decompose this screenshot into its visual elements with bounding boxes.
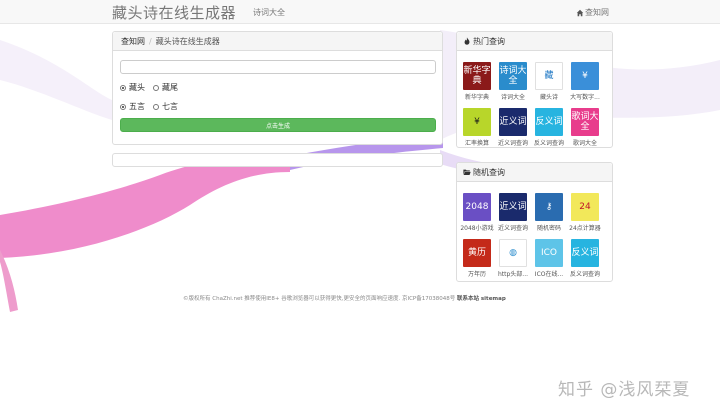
radio-seven[interactable]: 七言 xyxy=(153,101,178,112)
hot-tool-icon-7[interactable]: 歌词大全 xyxy=(571,108,599,136)
random-tool-label-6[interactable]: ICO在线... xyxy=(529,269,569,278)
radio-tail-dot[interactable] xyxy=(153,84,159,91)
random-tool-label-0[interactable]: 2048小游戏 xyxy=(457,223,497,232)
nav-home-link[interactable]: 查知网 xyxy=(576,7,609,18)
radio-tail[interactable]: 藏尾 xyxy=(153,82,178,93)
position-options: 藏头 藏尾 xyxy=(120,82,186,93)
radio-seven-dot[interactable] xyxy=(153,103,159,110)
random-tool-icon-2[interactable]: ⚷ xyxy=(535,193,563,221)
random-tool-label-3[interactable]: 24点计算器 xyxy=(565,223,605,232)
footer-text: ©版权所有 ChaZhi.net 推荐使用IE8+ 谷歌浏览器可以获得更快,更安… xyxy=(183,296,401,302)
hot-tool-icon-6[interactable]: 反义词 xyxy=(535,108,563,136)
hot-tool-label-5[interactable]: 近义词查询 xyxy=(493,138,533,147)
random-tool-icon-5[interactable]: ◍ xyxy=(499,239,527,267)
keyword-input[interactable] xyxy=(120,60,436,74)
breadcrumb-home[interactable]: 查知网 xyxy=(121,36,145,47)
home-icon xyxy=(576,9,584,16)
ribbon-pink xyxy=(0,157,290,258)
radio-head-label: 藏头 xyxy=(129,83,145,92)
random-tool-4[interactable]: 黄历 万年历 xyxy=(457,239,497,278)
random-tool-label-4[interactable]: 万年历 xyxy=(457,269,497,278)
random-tool-6[interactable]: ICO ICO在线... xyxy=(529,239,569,278)
fire-icon xyxy=(464,37,470,45)
random-tools-title: 随机查询 xyxy=(473,167,505,177)
radio-head-dot[interactable] xyxy=(120,84,126,91)
radio-head[interactable]: 藏头 xyxy=(120,82,145,93)
random-tool-7[interactable]: 反义词 反义词查询 xyxy=(565,239,605,278)
random-tools-panel: 随机查询 2048 2048小游戏 近义词近义词查询 ⚷ 随机密码 24 24点计算器黄历万… xyxy=(456,162,613,282)
hot-tool-3[interactable]: ¥ 大写数字... xyxy=(565,62,605,101)
generate-button[interactable]: 点击生成 xyxy=(120,118,436,132)
length-options: 五言 七言 xyxy=(120,101,186,112)
random-tool-0[interactable]: 2048 2048小游戏 xyxy=(457,193,497,232)
random-tool-1[interactable]: 近义词 近义词查询 xyxy=(493,193,533,232)
breadcrumb-separator: / xyxy=(149,36,152,46)
nav-link-poetry[interactable]: 诗词大全 xyxy=(253,7,285,18)
hot-tool-6[interactable]: 反义词 反义词查询 xyxy=(529,108,569,147)
ribbon-pink-tail xyxy=(0,250,18,312)
hot-tool-label-0[interactable]: 新华字典 xyxy=(457,92,497,101)
hot-tool-label-2[interactable]: 藏头诗 xyxy=(529,92,569,101)
ribbon-light-2 xyxy=(0,40,112,120)
footer: ©版权所有 ChaZhi.net 推荐使用IE8+ 谷歌浏览器可以获得更快,更安… xyxy=(183,294,506,302)
radio-tail-label: 藏尾 xyxy=(162,83,178,92)
hot-tool-icon-0[interactable]: 新华字典 xyxy=(463,62,491,90)
hot-tool-2[interactable]: 藏藏头诗 xyxy=(529,62,569,101)
radio-five[interactable]: 五言 xyxy=(120,101,145,112)
navbar: 藏头诗在线生成器 诗词大全 查知网 xyxy=(0,0,720,24)
random-tool-icon-3[interactable]: 24 xyxy=(571,193,599,221)
hot-tools-panel: 热门查询 新华字典 新华字典 诗词大全 诗词大全藏藏头诗 ¥ 大写数字... ¥ 汇率换算 近义… xyxy=(456,31,613,148)
footer-links[interactable]: 联系本站 sitemap xyxy=(457,296,506,302)
random-tool-icon-0[interactable]: 2048 xyxy=(463,193,491,221)
hot-tool-label-7[interactable]: 歌词大全 xyxy=(565,138,605,147)
hot-tool-icon-1[interactable]: 诗词大全 xyxy=(499,62,527,90)
hot-tools-title: 热门查询 xyxy=(473,36,505,46)
generator-panel: 查知网 / 藏头诗在线生成器 藏头 藏尾 五言 七言 点击生成 xyxy=(112,31,443,145)
random-tools-heading: 随机查询 xyxy=(457,163,612,182)
hot-tool-label-1[interactable]: 诗词大全 xyxy=(493,92,533,101)
result-panel xyxy=(112,153,443,167)
hot-tool-icon-4[interactable]: ¥ xyxy=(463,108,491,136)
hot-tool-label-6[interactable]: 反义词查询 xyxy=(529,138,569,147)
hot-tool-icon-2[interactable]: 藏 xyxy=(535,62,563,90)
random-tool-label-1[interactable]: 近义词查询 xyxy=(493,223,533,232)
hot-tool-7[interactable]: 歌词大全 歌词大全 xyxy=(565,108,605,147)
hot-tool-label-3[interactable]: 大写数字... xyxy=(565,92,605,101)
hot-tool-5[interactable]: 近义词 近义词查询 xyxy=(493,108,533,147)
random-tool-label-2[interactable]: 随机密码 xyxy=(529,223,569,232)
random-tool-icon-7[interactable]: 反义词 xyxy=(571,239,599,267)
brand-title[interactable]: 藏头诗在线生成器 xyxy=(112,2,236,23)
footer-icp[interactable]: 京ICP备17038048号 xyxy=(402,296,455,302)
random-tool-icon-1[interactable]: 近义词 xyxy=(499,193,527,221)
radio-five-dot[interactable] xyxy=(120,103,126,110)
breadcrumb: 查知网 / 藏头诗在线生成器 xyxy=(113,32,442,51)
nav-home-label: 查知网 xyxy=(585,8,609,17)
random-tool-label-5[interactable]: http头部... xyxy=(493,269,533,278)
folder-open-icon xyxy=(463,169,471,176)
random-tool-3[interactable]: 24 24点计算器 xyxy=(565,193,605,232)
hot-tool-0[interactable]: 新华字典 新华字典 xyxy=(457,62,497,101)
hot-tools-heading: 热门查询 xyxy=(457,32,612,51)
hot-tool-icon-3[interactable]: ¥ xyxy=(571,62,599,90)
hot-tool-1[interactable]: 诗词大全 诗词大全 xyxy=(493,62,533,101)
breadcrumb-current: 藏头诗在线生成器 xyxy=(155,36,220,46)
hot-tool-4[interactable]: ¥ 汇率换算 xyxy=(457,108,497,147)
random-tool-5[interactable]: ◍ http头部... xyxy=(493,239,533,278)
radio-seven-label: 七言 xyxy=(162,102,178,111)
random-tool-label-7[interactable]: 反义词查询 xyxy=(565,269,605,278)
hot-tool-icon-5[interactable]: 近义词 xyxy=(499,108,527,136)
random-tool-2[interactable]: ⚷ 随机密码 xyxy=(529,193,569,232)
random-tool-icon-6[interactable]: ICO xyxy=(535,239,563,267)
hot-tool-label-4[interactable]: 汇率换算 xyxy=(457,138,497,147)
random-tool-icon-4[interactable]: 黄历 xyxy=(463,239,491,267)
watermark: 知乎 @浅风栞夏 xyxy=(558,380,691,400)
radio-five-label: 五言 xyxy=(129,102,145,111)
